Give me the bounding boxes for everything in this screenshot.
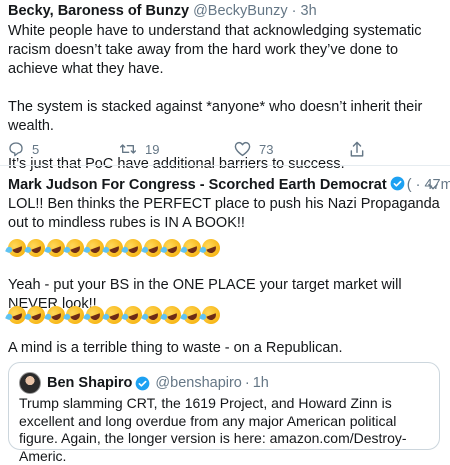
retweet-count: 19 [145,141,160,157]
separator-dot: · [415,177,421,193]
tweet-becky[interactable]: Becky, Baroness of Bunzy @BeckyBunzy · 3… [0,0,450,172]
separator-dot: · [244,375,250,391]
rolling-on-floor-laughing-emoji-icon [199,303,223,327]
reply-count: 5 [32,141,40,157]
emoji-row [5,303,223,327]
reply-icon [9,142,23,157]
author-name[interactable]: Becky, Baroness of Bunzy [8,3,189,19]
tweet-paragraph: White people have to understand that ack… [8,23,422,77]
quoted-tweet[interactable]: Ben Shapiro @benshapiro · 1h Trump slamm… [8,362,440,464]
rolling-on-floor-laughing-emoji-icon [160,303,184,327]
author-handle[interactable]: @BeckyBunzy [193,3,288,19]
rolling-on-floor-laughing-emoji-icon [199,236,223,260]
author-name[interactable]: Mark Judson For Congress - Scorched Eart… [8,177,387,193]
rolling-on-floor-laughing-emoji-icon [160,236,184,260]
quoted-author-handle: @benshapiro [155,375,242,391]
share-button[interactable] [349,141,365,158]
chevron-down-icon[interactable] [426,180,440,194]
reply-button[interactable]: 5 [8,141,39,157]
verified-badge-icon [136,376,150,390]
avatar[interactable] [19,372,41,394]
author-handle[interactable]: ( [407,177,412,193]
quoted-tweet-time: 1h [252,375,269,391]
like-count: 73 [259,141,274,157]
tweet-paragraph: The system is stacked against *anyone* w… [8,99,423,134]
verified-badge-icon [390,176,405,191]
tweet-actions: 5 19 73 [8,141,448,163]
quoted-tweet-text: Trump slamming CRT, the 1619 Project, an… [19,395,407,464]
like-button[interactable]: 73 [234,141,273,157]
separator-dot: · [291,3,297,19]
tweet-body-line: LOL!! Ben thinks the PERFECT place to pu… [8,196,440,231]
retweet-icon [119,144,136,154]
heart-icon [234,141,251,157]
retweet-button[interactable]: 19 [119,141,159,157]
tweet-header: Mark Judson For Congress - Scorched Eart… [8,176,450,194]
tweet-body-line: A mind is a terrible thing to waste - on… [8,340,343,356]
tweet-time[interactable]: 3h [301,3,317,19]
quoted-author-name: Ben Shapiro [47,375,133,391]
share-icon [350,141,364,157]
tweet-header: Becky, Baroness of Bunzy @BeckyBunzy · 3… [8,2,317,20]
quoted-tweet-header: Ben Shapiro @benshapiro · 1h [19,372,269,394]
emoji-row [5,236,223,260]
